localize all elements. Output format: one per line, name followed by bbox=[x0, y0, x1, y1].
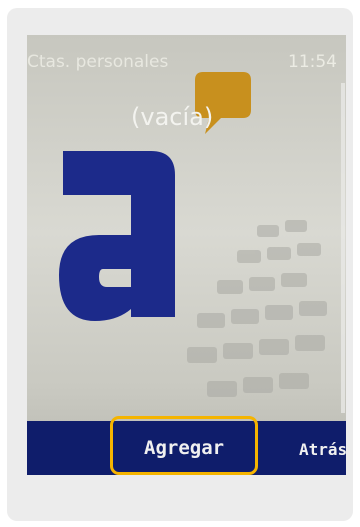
phone-screen: Ctas. personales 11:54 (vacía) Agregar A… bbox=[27, 35, 346, 475]
status-title: Ctas. personales bbox=[27, 52, 169, 72]
back-softkey[interactable]: Atrás bbox=[299, 440, 346, 459]
status-bar: Ctas. personales 11:54 bbox=[27, 35, 346, 79]
a-logo-icon bbox=[59, 151, 175, 321]
empty-label: (vacía) bbox=[131, 103, 214, 131]
status-time: 11:54 bbox=[288, 52, 337, 72]
add-button-highlight bbox=[110, 416, 258, 475]
scrollbar[interactable] bbox=[341, 83, 345, 413]
